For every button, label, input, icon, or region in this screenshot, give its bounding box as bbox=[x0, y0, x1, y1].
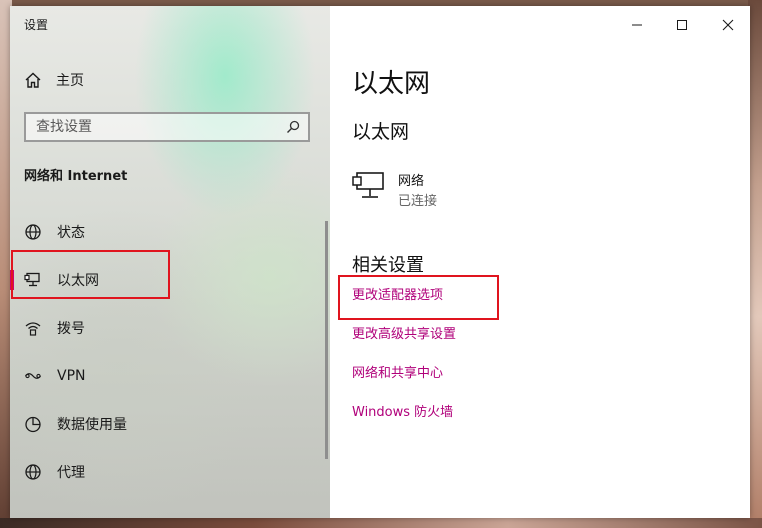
sidebar-item-status[interactable]: 状态 bbox=[10, 212, 310, 252]
sidebar-item-data-usage[interactable]: 数据使用量 bbox=[10, 404, 310, 444]
sidebar-item-proxy[interactable]: 代理 bbox=[10, 452, 310, 492]
sidebar-item-label: 状态 bbox=[57, 225, 85, 241]
sidebar-item-label: 拨号 bbox=[57, 321, 85, 337]
data-usage-icon bbox=[25, 416, 41, 433]
search-box[interactable] bbox=[24, 112, 310, 142]
globe-icon bbox=[25, 464, 41, 480]
home-label: 主页 bbox=[56, 73, 84, 89]
vpn-icon bbox=[24, 373, 42, 379]
network-status: 已连接 bbox=[398, 194, 438, 209]
related-settings-title: 相关设置 bbox=[352, 255, 424, 276]
settings-window: 设置 主页 网络和 Internet 状态 bbox=[10, 6, 750, 518]
network-sharing-center-link[interactable]: 网络和共享中心 bbox=[352, 362, 443, 381]
content-pane: 以太网 以太网 网络 已连接 相关设置 更改适配器选项 更改高级共享设置 网络和… bbox=[330, 6, 750, 518]
sidebar-item-vpn[interactable]: VPN bbox=[10, 356, 310, 396]
globe-icon bbox=[25, 224, 41, 240]
home-icon bbox=[25, 72, 41, 88]
close-icon[interactable] bbox=[717, 14, 739, 36]
navigation-scrollbar[interactable] bbox=[325, 221, 328, 459]
minimize-icon[interactable] bbox=[626, 14, 648, 36]
network-name[interactable]: 网络 bbox=[398, 170, 424, 189]
sidebar-item-label: VPN bbox=[57, 368, 86, 384]
highlight-box-adapter-options bbox=[338, 275, 499, 320]
sidebar-item-label: 数据使用量 bbox=[57, 417, 127, 433]
page-title: 以太网 bbox=[352, 69, 431, 99]
section-heading-ethernet: 以太网 bbox=[352, 121, 410, 143]
search-icon[interactable] bbox=[286, 120, 300, 134]
dialup-icon bbox=[25, 322, 41, 336]
home-nav-item[interactable]: 主页 bbox=[24, 68, 84, 92]
desktop-background-bottom bbox=[0, 518, 762, 528]
change-advanced-sharing-link[interactable]: 更改高级共享设置 bbox=[352, 323, 456, 342]
desktop-background-right bbox=[748, 0, 762, 528]
sidebar-item-dialup[interactable]: 拨号 bbox=[10, 308, 310, 348]
windows-firewall-link[interactable]: Windows 防火墙 bbox=[352, 401, 453, 420]
sidebar-item-label: 代理 bbox=[57, 465, 85, 481]
maximize-icon[interactable] bbox=[671, 14, 693, 36]
nav-section-title: 网络和 Internet bbox=[24, 169, 128, 184]
highlight-box-ethernet bbox=[11, 250, 170, 299]
navigation-pane: 设置 主页 网络和 Internet 状态 bbox=[10, 6, 330, 518]
search-input[interactable] bbox=[26, 114, 291, 140]
ethernet-monitor-icon[interactable] bbox=[352, 171, 386, 201]
app-title: 设置 bbox=[24, 18, 49, 32]
